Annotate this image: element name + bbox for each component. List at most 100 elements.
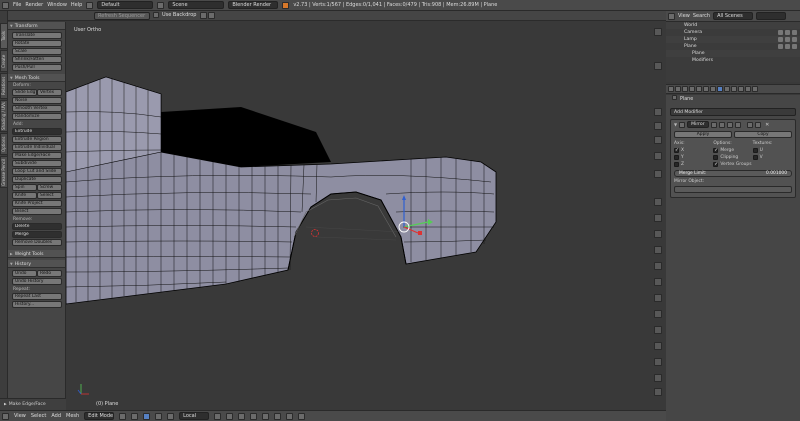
noise-button[interactable]: Noise [12,97,62,104]
panel-mesh-tools-header[interactable]: Mesh Tools [8,74,65,82]
modifier-display-icon[interactable] [719,121,726,128]
object-tab-icon[interactable] [703,86,709,92]
scale-button[interactable]: Scale [12,48,62,55]
loop-cut-button[interactable]: Loop Cut and Slide [12,168,62,175]
mesh-canvas[interactable] [66,22,666,398]
tab-create[interactable]: Create [0,50,8,72]
modifier-render-icon[interactable] [711,121,718,128]
menu-view[interactable]: View [14,413,26,419]
make-edge-face-button[interactable]: Make Edge/Face [12,152,62,159]
merge-menu[interactable]: Merge [12,231,62,238]
rotate-button[interactable]: Rotate [12,40,62,47]
vertex-groups-checkbox[interactable]: Vertex Groups [713,161,752,168]
last-operator-panel[interactable]: Make Edge/Face [0,398,66,410]
pivot-point-icon[interactable] [131,412,139,420]
snap-target-icon[interactable] [286,412,294,420]
3d-viewport[interactable]: User Ortho [66,22,666,398]
world-tab-icon[interactable] [696,86,702,92]
remove-modifier-icon[interactable]: ✕ [765,122,769,128]
render-tab-icon[interactable] [675,86,681,92]
extrude-menu[interactable]: Extrude [12,128,62,135]
material-tab-icon[interactable] [731,86,737,92]
side-icon-6[interactable] [654,170,662,178]
texture-v-checkbox[interactable]: V [752,154,792,161]
redo-button[interactable]: Redo [37,270,62,277]
translate-manip-icon[interactable] [155,412,163,420]
editor-type-icon[interactable] [2,1,9,9]
snap-icon[interactable] [274,412,282,420]
extrude-individual-button[interactable]: Extrude Individual [12,144,62,151]
knife-select-button[interactable]: Select [37,192,62,199]
modifier-cage-icon[interactable] [735,121,742,128]
slide-edge-button[interactable]: Slide Edg [12,89,37,96]
remove-doubles-button[interactable]: Remove Doubles [12,239,62,246]
scene-tab-icon[interactable] [689,86,695,92]
move-up-icon[interactable] [747,121,754,128]
tab-grease-pencil[interactable]: Grease Pencil [0,156,8,188]
side-icon-4[interactable] [654,136,662,144]
side-icon-12[interactable] [654,278,662,286]
menu-help[interactable]: Help [71,2,82,8]
editor-type-icon[interactable] [2,412,9,420]
extrude-region-button[interactable]: Extrude Region [12,136,62,143]
apply-button[interactable]: Apply [674,131,732,138]
side-icon-11[interactable] [654,262,662,270]
rotate-manip-icon[interactable] [167,412,175,420]
randomize-button[interactable]: Randomize [12,113,62,120]
outliner-view-menu[interactable]: View [678,13,690,19]
texture-u-checkbox[interactable]: U [752,147,792,154]
side-icon-8[interactable] [654,214,662,222]
menu-mesh[interactable]: Mesh [66,413,79,419]
data-tab-icon[interactable] [724,86,730,92]
tab-shading-uvs[interactable]: Shading / UVs [0,100,8,132]
physics-tab-icon[interactable] [752,86,758,92]
backdrop-channel-icon[interactable] [208,12,215,19]
merge-limit-field[interactable]: Merge Limit: 0.001000 [674,170,792,177]
side-icon-19[interactable] [654,388,662,396]
face-select-icon[interactable] [238,412,246,420]
menu-select[interactable]: Select [31,413,46,419]
refresh-sequencer-button[interactable]: Refresh Sequencer [94,12,150,20]
panel-transform-header[interactable]: Transform [8,22,65,30]
undo-button[interactable]: Undo [12,270,37,277]
viewport-shading-icon[interactable] [119,412,127,420]
outliner-row-plane-mesh[interactable]: Plane [666,50,800,57]
menu-window[interactable]: Window [47,2,67,8]
axis-x-checkbox[interactable]: X [674,147,713,154]
side-icon-10[interactable] [654,246,662,254]
properties-toggle-icon[interactable] [654,28,662,36]
merge-checkbox[interactable]: Merge [713,147,752,154]
modifiers-tab-icon[interactable] [717,86,723,92]
slide-vertex-button[interactable]: Vertex [37,89,62,96]
subdivide-button[interactable]: Subdivide [12,160,62,167]
panel-history-header[interactable]: History [8,260,65,268]
axis-z-checkbox[interactable]: Z [674,161,713,168]
modifier-editmode-icon[interactable] [727,121,734,128]
tab-relations[interactable]: Relations [0,73,8,99]
side-icon-15[interactable] [654,326,662,334]
outliner-search-menu[interactable]: Search [693,13,710,19]
outliner-search-field[interactable] [756,12,787,20]
menu-add[interactable]: Add [51,413,61,419]
knife-button[interactable]: Knife [12,192,37,199]
add-modifier-menu[interactable]: Add Modifier [670,108,796,116]
outliner-row-world[interactable]: World [666,22,800,29]
menu-file[interactable]: File [13,2,21,8]
side-icon-3[interactable] [654,122,662,130]
occlude-icon[interactable] [250,412,258,420]
history-button[interactable]: History... [12,301,62,308]
screen-layout-select[interactable]: Default [97,1,154,9]
menu-render[interactable]: Render [25,2,43,8]
side-icon-14[interactable] [654,310,662,318]
particles-tab-icon[interactable] [745,86,751,92]
screw-button[interactable]: Screw [37,184,62,191]
side-icon-2[interactable] [654,108,662,116]
outliner-row-modifiers[interactable]: Modifiers [666,57,800,64]
shrink-fatten-button[interactable]: Shrink/Fatten [12,56,62,63]
outliner-row-camera[interactable]: Camera [666,29,800,36]
modifier-name-field[interactable]: Mirror [687,121,710,128]
proportional-edit-icon[interactable] [262,412,270,420]
repeat-last-button[interactable]: Repeat Last [12,293,62,300]
side-icon-18[interactable] [654,374,662,382]
manipulator-icon[interactable] [143,412,151,420]
